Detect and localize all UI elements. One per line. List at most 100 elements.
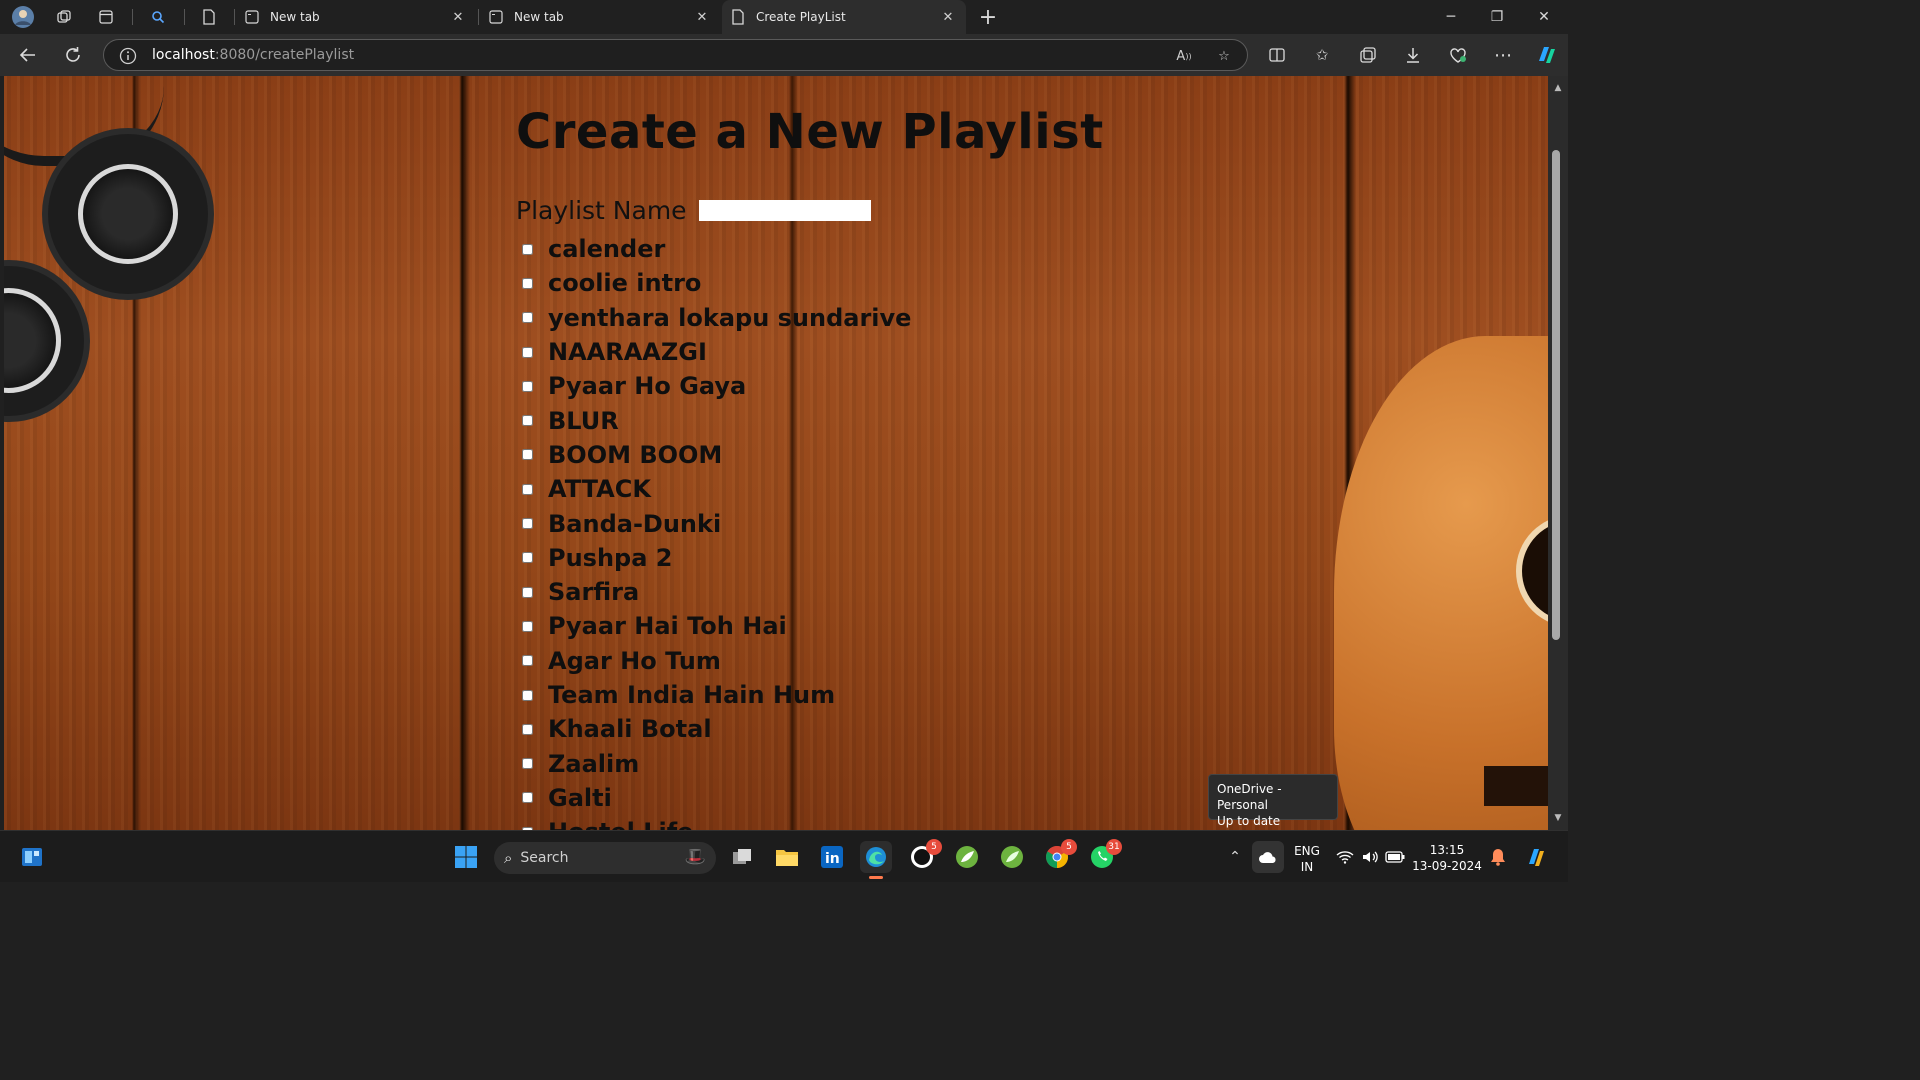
close-tab-icon[interactable]: ✕ [940,9,956,25]
more-options-icon[interactable]: ⋯ [1490,42,1516,68]
song-checkbox[interactable] [522,277,533,289]
song-checkbox[interactable] [522,655,533,667]
song-checkbox[interactable] [522,723,533,735]
url-text: localhost:8080/createPlaylist [152,47,355,63]
song-item: Khaali Botal [520,712,911,746]
edge-browser-icon[interactable] [860,841,892,879]
close-tab-icon[interactable]: ✕ [694,9,710,25]
song-label: Agar Ho Tum [548,646,721,675]
chrome-icon[interactable]: 5 [1041,839,1077,873]
taskbar-search-box[interactable]: ⌕ Search 🎩 [494,842,716,874]
read-aloud-icon[interactable]: A)) [1174,46,1194,66]
spring-tool-icon-2[interactable] [996,841,1028,873]
address-bar[interactable]: localhost:8080/createPlaylist A)) ☆ [103,39,1248,71]
song-checkbox[interactable] [522,380,533,392]
favorite-star-icon[interactable]: ☆ [1214,46,1234,66]
new-tab-plus-icon[interactable]: + [976,5,1000,30]
playlist-form: Create a New Playlist Playlist Name cale… [516,100,1104,830]
whatsapp-icon[interactable]: 31 [1086,839,1122,873]
tooltip-title: OneDrive - Personal [1217,782,1282,812]
guitar-image [1334,336,1548,830]
favorites-icon[interactable]: ✩ [1309,42,1335,68]
song-checkbox[interactable] [522,483,533,495]
split-screen-icon[interactable] [1264,42,1290,68]
back-arrow-icon[interactable] [15,42,41,68]
task-view-icon[interactable] [726,841,758,873]
svg-text:in: in [825,851,840,867]
show-hidden-icons-chevron-icon[interactable]: ⌃ [1222,841,1248,873]
song-checkbox[interactable] [522,243,533,255]
minimize-icon[interactable]: ─ [1436,5,1466,29]
pinned-tab-page-icon[interactable] [197,5,221,29]
workspaces-icon[interactable] [52,5,76,29]
close-tab-icon[interactable]: ✕ [450,9,466,25]
reload-icon[interactable] [60,42,86,68]
song-checkbox[interactable] [522,758,533,770]
page-title: Create a New Playlist [516,104,1104,160]
song-checkbox[interactable] [522,346,533,358]
page-viewport: Create a New Playlist Playlist Name cale… [4,76,1548,830]
wifi-icon[interactable] [1333,841,1357,873]
scrollbar-thumb[interactable] [1552,150,1560,640]
tab-new-tab-2[interactable]: New tab ✕ [480,0,720,34]
taskbar-search-label: Search [520,850,569,866]
vertical-scrollbar[interactable]: ▲ ▼ [1548,76,1568,830]
spring-tool-icon[interactable] [951,841,983,873]
song-checkbox[interactable] [522,792,533,804]
tab-actions-icon[interactable] [94,5,118,29]
language-indicator[interactable]: ENG IN [1290,843,1324,875]
notification-bell-icon[interactable] [1486,841,1510,873]
playlist-name-input[interactable] [698,200,871,221]
tooltip-status: Up to date [1217,814,1281,828]
scroll-down-arrow-icon[interactable]: ▼ [1552,812,1564,824]
onedrive-cloud-icon[interactable] [1252,841,1284,873]
song-checkbox[interactable] [522,689,533,701]
search-tab-icon[interactable] [146,5,170,29]
taskbar: ⌕ Search 🎩 in 5 5 31 ⌃ ENG IN 13:15 13-0… [0,830,1568,882]
tab-new-tab-1[interactable]: New tab ✕ [236,0,476,34]
song-label: Hostel Life [548,818,693,830]
info-icon[interactable] [118,46,138,66]
battery-icon[interactable] [1383,841,1407,873]
tab-create-playlist[interactable]: Create PlayList ✕ [722,0,966,34]
volume-icon[interactable] [1358,841,1382,873]
song-label: Khaali Botal [548,715,712,744]
song-item: Hostel Life [520,815,911,830]
headphone-icon [4,266,84,416]
song-label: Zaalim [548,749,640,778]
copilot-taskbar-icon[interactable] [1520,841,1552,873]
tab-title: New tab [514,10,564,24]
song-label: yenthara lokapu sundarive [548,303,912,332]
restore-icon[interactable]: ❐ [1482,5,1512,29]
song-label: ATTACK [548,475,651,504]
song-label: BLUR [548,406,619,435]
file-explorer-icon[interactable] [771,841,803,873]
song-checkbox[interactable] [522,552,533,564]
song-item: Pushpa 2 [520,541,911,575]
linkedin-icon[interactable]: in [816,841,848,873]
song-checkbox[interactable] [522,620,533,632]
song-label: Pyaar Ho Gaya [548,372,747,401]
song-checkbox[interactable] [522,415,533,427]
browser-essentials-icon[interactable] [1445,42,1471,68]
collections-icon[interactable] [1355,42,1381,68]
song-checkbox[interactable] [522,518,533,530]
copilot-icon[interactable] [1533,42,1559,68]
song-label: Team India Hain Hum [548,681,836,709]
search-icon: ⌕ [504,849,513,867]
headphone-icon [48,134,208,294]
downloads-icon[interactable] [1400,42,1426,68]
song-item: calender [520,232,911,266]
song-checkbox[interactable] [522,586,533,598]
close-window-icon[interactable]: ✕ [1529,5,1559,29]
start-windows-icon[interactable] [450,841,482,873]
song-checkbox[interactable] [522,449,533,461]
song-checkbox[interactable] [522,312,533,324]
song-item: BLUR [520,403,911,437]
widgets-icon[interactable] [16,841,48,873]
github-icon[interactable]: 5 [906,839,942,873]
profile-avatar-icon[interactable] [10,4,36,30]
scroll-up-arrow-icon[interactable]: ▲ [1552,82,1564,94]
tab-title: Create PlayList [756,10,846,24]
system-clock[interactable]: 13:15 13-09-2024 [1412,842,1482,874]
